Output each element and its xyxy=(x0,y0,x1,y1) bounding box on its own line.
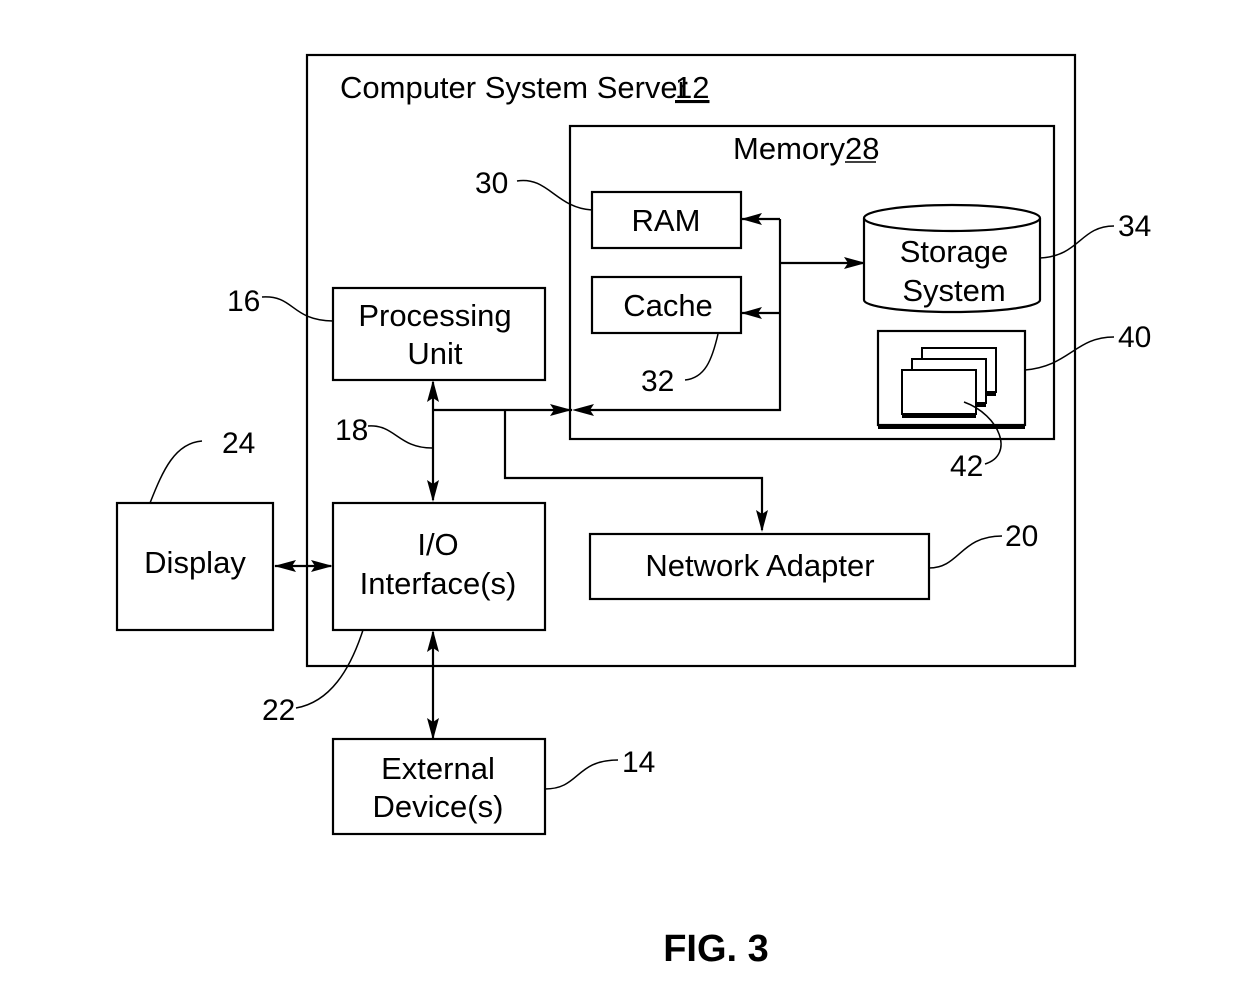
memory-title: Memory xyxy=(733,131,845,166)
memory-ref: 28 xyxy=(845,131,879,166)
cache-label: Cache xyxy=(623,288,713,323)
bus-ref: 18 xyxy=(335,414,368,447)
network-adapter-label: Network Adapter xyxy=(645,548,874,583)
io-interface-label-line1: I/O xyxy=(417,527,458,562)
block-diagram: Computer System Server 12 Memory 28 RAM … xyxy=(115,53,1151,970)
program-module-group-shadow xyxy=(878,424,1025,429)
ram-label: RAM xyxy=(632,203,701,238)
processing-unit-label-line2: Unit xyxy=(407,336,463,371)
processing-unit-ref: 16 xyxy=(227,285,260,318)
display-leader xyxy=(149,440,203,504)
io-interface-ref: 22 xyxy=(262,694,295,727)
server-title: Computer System Server xyxy=(340,70,688,105)
display-ref: 24 xyxy=(222,427,255,460)
figure-caption: FIG. 3 xyxy=(663,928,769,970)
program-modules-ref: 42 xyxy=(950,450,983,483)
processing-unit-label-line1: Processing xyxy=(358,298,511,333)
cache-ref: 32 xyxy=(641,365,674,398)
storage-label-line1: Storage xyxy=(900,234,1009,269)
external-devices-ref: 14 xyxy=(622,746,655,779)
storage-label-line2: System xyxy=(902,273,1005,308)
program-module-group-ref: 40 xyxy=(1118,321,1151,354)
external-devices-label-line1: External xyxy=(381,751,495,786)
server-ref: 12 xyxy=(675,70,709,105)
external-devices-leader xyxy=(544,759,619,790)
ram-ref: 30 xyxy=(475,167,508,200)
display-label: Display xyxy=(144,545,246,580)
external-devices-label-line2: Device(s) xyxy=(373,789,504,824)
io-interface-label-line2: Interface(s) xyxy=(360,566,517,601)
storage-ref: 34 xyxy=(1118,210,1151,243)
network-adapter-ref: 20 xyxy=(1005,520,1038,553)
